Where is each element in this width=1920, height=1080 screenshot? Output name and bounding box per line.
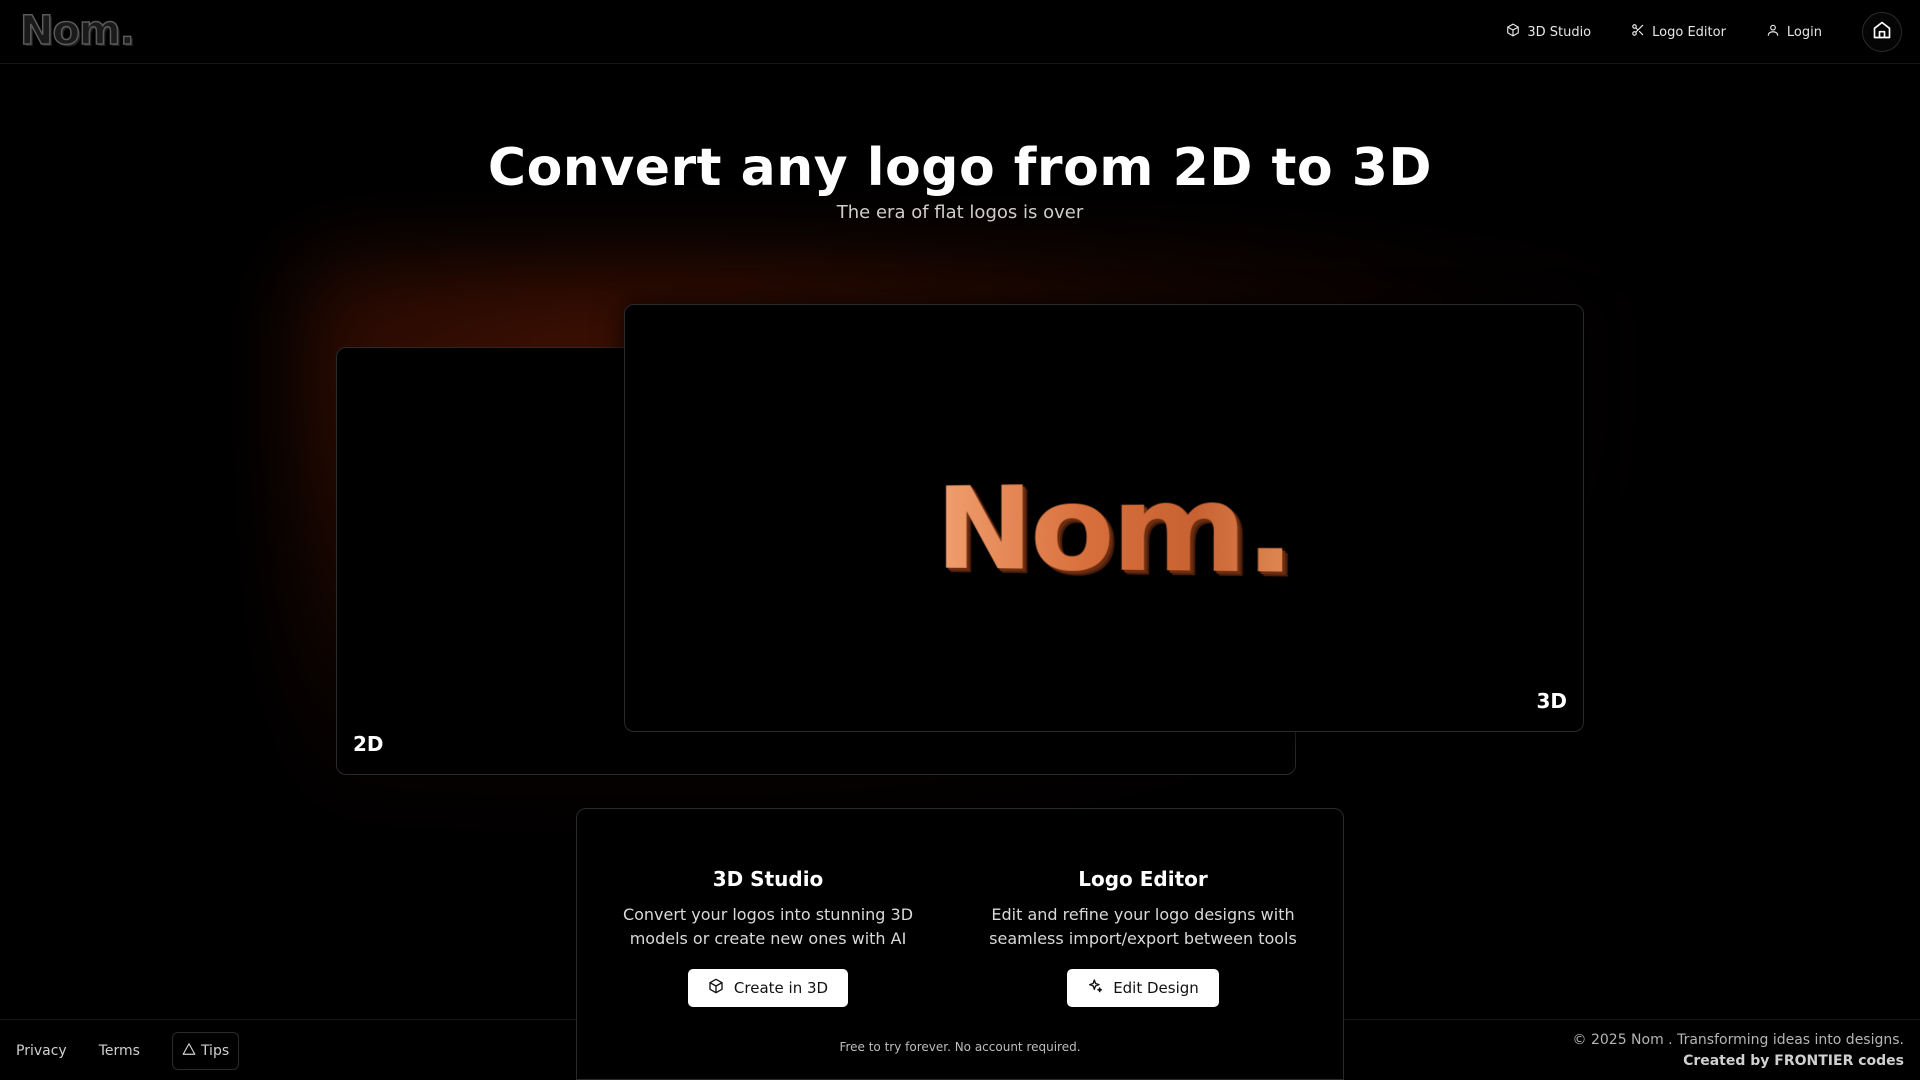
feature-3d-studio: 3D Studio Convert your logos into stunni… [603,867,933,1007]
warning-icon [182,1042,196,1060]
brand-logo[interactable]: Nom. [19,7,135,55]
user-icon [1766,23,1780,41]
nav-login[interactable]: Login [1766,23,1822,41]
top-header: Nom. 3D Studio Logo Editor Login [0,0,1920,64]
top-nav: 3D Studio Logo Editor Login [1506,12,1902,52]
copyright-text: © 2025 Nom . Transforming ideas into des… [1572,1032,1904,1048]
create-in-3d-label: Create in 3D [733,979,829,997]
nav-3d-studio[interactable]: 3D Studio [1506,23,1591,41]
footer-link-privacy[interactable]: Privacy [16,1043,67,1059]
footer-links: Privacy Terms Tips [16,1032,240,1070]
footer-link-terms[interactable]: Terms [99,1043,140,1059]
cube-icon [708,978,724,998]
preview-card-3d[interactable]: Nom. 3D [624,304,1584,732]
nav-logo-editor[interactable]: Logo Editor [1631,23,1726,41]
sparkles-icon [1087,978,1103,998]
logo-3d-render: Nom. [625,455,1585,604]
home-icon [1872,20,1892,44]
footer-credits: © 2025 Nom . Transforming ideas into des… [1573,1030,1904,1072]
nav-login-label: Login [1786,24,1822,40]
nav-3d-studio-label: 3D Studio [1527,24,1592,40]
logo-3d-text: Nom. [936,457,1293,602]
feature-logo-editor: Logo Editor Edit and refine your logo de… [978,867,1308,1007]
home-button[interactable] [1862,12,1902,52]
edit-design-label: Edit Design [1113,979,1199,997]
page-title: Convert any logo from 2D to 3D [487,138,1433,198]
feature-3d-studio-title: 3D Studio [712,867,824,891]
tips-label: Tips [200,1043,230,1059]
label-3d: 3D [1536,689,1567,713]
credit-text[interactable]: Created by FRONTIER codes [1573,1051,1904,1072]
feature-logo-editor-title: Logo Editor [1078,867,1208,891]
edit-design-button[interactable]: Edit Design [1067,969,1219,1007]
feature-3d-studio-description: Convert your logos into stunning 3D mode… [622,905,914,948]
create-in-3d-button[interactable]: Create in 3D [687,969,849,1007]
page-subtitle: The era of flat logos is over [836,202,1084,223]
free-note: Free to try forever. No account required… [839,1040,1081,1054]
cube-icon [1506,23,1520,41]
scissors-icon [1631,23,1645,41]
feature-logo-editor-description: Edit and refine your logo designs with s… [989,905,1297,948]
label-2d: 2D [353,732,384,756]
tips-button[interactable]: Tips [171,1032,240,1070]
features-panel: 3D Studio Convert your logos into stunni… [576,808,1344,1080]
nav-logo-editor-label: Logo Editor [1652,24,1726,40]
